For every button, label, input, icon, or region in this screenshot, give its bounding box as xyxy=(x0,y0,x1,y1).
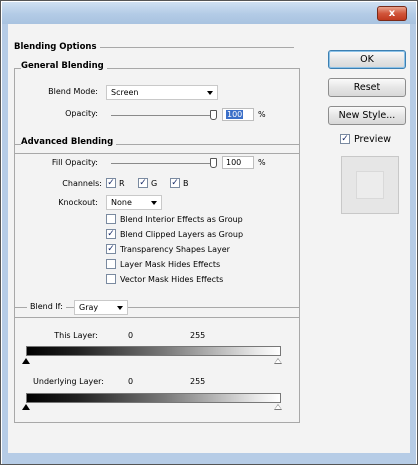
opacity-slider-track[interactable] xyxy=(111,115,214,116)
opacity-slider-thumb[interactable] xyxy=(210,110,217,120)
blend-interior-effects-checkbox[interactable] xyxy=(106,214,116,224)
reset-button[interactable]: Reset xyxy=(328,78,406,97)
dialog-body: Blending Options General Blending Blend … xyxy=(8,24,410,453)
opacity-value: 100 xyxy=(226,110,244,119)
knockout-value: None xyxy=(111,198,132,207)
fill-opacity-slider-track[interactable] xyxy=(111,163,214,164)
window-frame-bottom xyxy=(2,453,416,464)
fill-opacity-value: 100 xyxy=(226,158,242,167)
window-frame-right xyxy=(410,24,416,456)
style-preview-swatch xyxy=(341,156,399,214)
opacity-unit: % xyxy=(258,110,266,119)
preview-checkbox[interactable]: ✓ xyxy=(340,134,350,144)
this-layer-gradient-bar xyxy=(26,346,281,356)
ok-button[interactable]: OK xyxy=(328,50,406,69)
channel-b-label: B xyxy=(183,179,189,188)
fill-opacity-slider-thumb[interactable] xyxy=(210,158,217,168)
preview-label: Preview xyxy=(354,134,391,145)
blend-mode-select[interactable]: Screen xyxy=(106,85,218,100)
underlying-layer-low-value: 0 xyxy=(128,377,134,386)
checkmark-icon: ✓ xyxy=(107,244,115,254)
blending-options-heading: Blending Options xyxy=(14,42,100,52)
blend-if-value: Gray xyxy=(79,303,99,312)
fill-opacity-label: Fill Opacity: xyxy=(51,158,98,167)
blending-options-rule xyxy=(96,47,294,48)
chevron-down-icon xyxy=(117,306,123,310)
underlying-layer-gradient-bar xyxy=(26,393,281,403)
blend-if-label: Blend If: xyxy=(27,302,66,311)
checkmark-icon: ✓ xyxy=(139,178,147,188)
layer-mask-hides-effects-label: Layer Mask Hides Effects xyxy=(120,260,221,269)
underlying-layer-label: Underlying Layer: xyxy=(33,377,104,386)
channel-b-checkbox[interactable]: ✓ xyxy=(170,178,180,188)
title-bar[interactable]: x xyxy=(2,2,416,24)
close-button[interactable]: x xyxy=(377,6,407,21)
blend-interior-effects-label: Blend Interior Effects as Group xyxy=(120,215,243,224)
this-layer-label: This Layer: xyxy=(54,331,98,340)
general-blending-heading: General Blending xyxy=(21,61,107,71)
underlying-layer-black-slider[interactable] xyxy=(22,404,30,410)
opacity-input[interactable]: 100 xyxy=(222,108,254,121)
channel-r-label: R xyxy=(119,179,125,188)
chevron-down-icon xyxy=(207,91,213,95)
chevron-down-icon xyxy=(151,201,157,205)
checkmark-icon: ✓ xyxy=(341,134,349,144)
blend-clipped-layers-checkbox[interactable]: ✓ xyxy=(106,229,116,239)
layer-style-dialog: x Blending Options General Blending Blen… xyxy=(0,0,418,465)
blend-if-select[interactable]: Gray xyxy=(74,300,128,315)
this-layer-high-value: 255 xyxy=(190,331,206,340)
this-layer-white-slider[interactable] xyxy=(274,358,282,364)
transparency-shapes-layer-label: Transparency Shapes Layer xyxy=(120,245,230,254)
this-layer-black-slider[interactable] xyxy=(22,358,30,364)
blend-mode-label: Blend Mode: xyxy=(48,87,98,96)
blend-clipped-layers-label: Blend Clipped Layers as Group xyxy=(120,230,244,239)
fill-opacity-input[interactable]: 100 xyxy=(222,156,254,169)
checkmark-icon: ✓ xyxy=(107,229,115,239)
knockout-select[interactable]: None xyxy=(106,195,162,210)
layer-mask-hides-effects-checkbox[interactable] xyxy=(106,259,116,269)
blend-if-group xyxy=(14,307,300,423)
channel-r-checkbox[interactable]: ✓ xyxy=(106,178,116,188)
advanced-blending-heading: Advanced Blending xyxy=(21,137,117,147)
checkmark-icon: ✓ xyxy=(171,178,179,188)
fill-opacity-unit: % xyxy=(258,158,266,167)
opacity-label: Opacity: xyxy=(65,109,98,118)
vector-mask-hides-effects-checkbox[interactable] xyxy=(106,274,116,284)
channel-g-checkbox[interactable]: ✓ xyxy=(138,178,148,188)
underlying-layer-white-slider[interactable] xyxy=(274,404,282,410)
style-preview-inner xyxy=(356,171,384,199)
vector-mask-hides-effects-label: Vector Mask Hides Effects xyxy=(120,275,224,284)
close-icon: x xyxy=(388,8,396,19)
this-layer-low-value: 0 xyxy=(128,331,134,340)
channels-label: Channels: xyxy=(62,179,102,188)
knockout-label: Knockout: xyxy=(58,198,98,207)
new-style-button[interactable]: New Style... xyxy=(328,106,406,125)
transparency-shapes-layer-checkbox[interactable]: ✓ xyxy=(106,244,116,254)
channel-g-label: G xyxy=(151,179,158,188)
checkmark-icon: ✓ xyxy=(107,178,115,188)
underlying-layer-high-value: 255 xyxy=(190,377,206,386)
blend-mode-value: Screen xyxy=(111,88,139,97)
